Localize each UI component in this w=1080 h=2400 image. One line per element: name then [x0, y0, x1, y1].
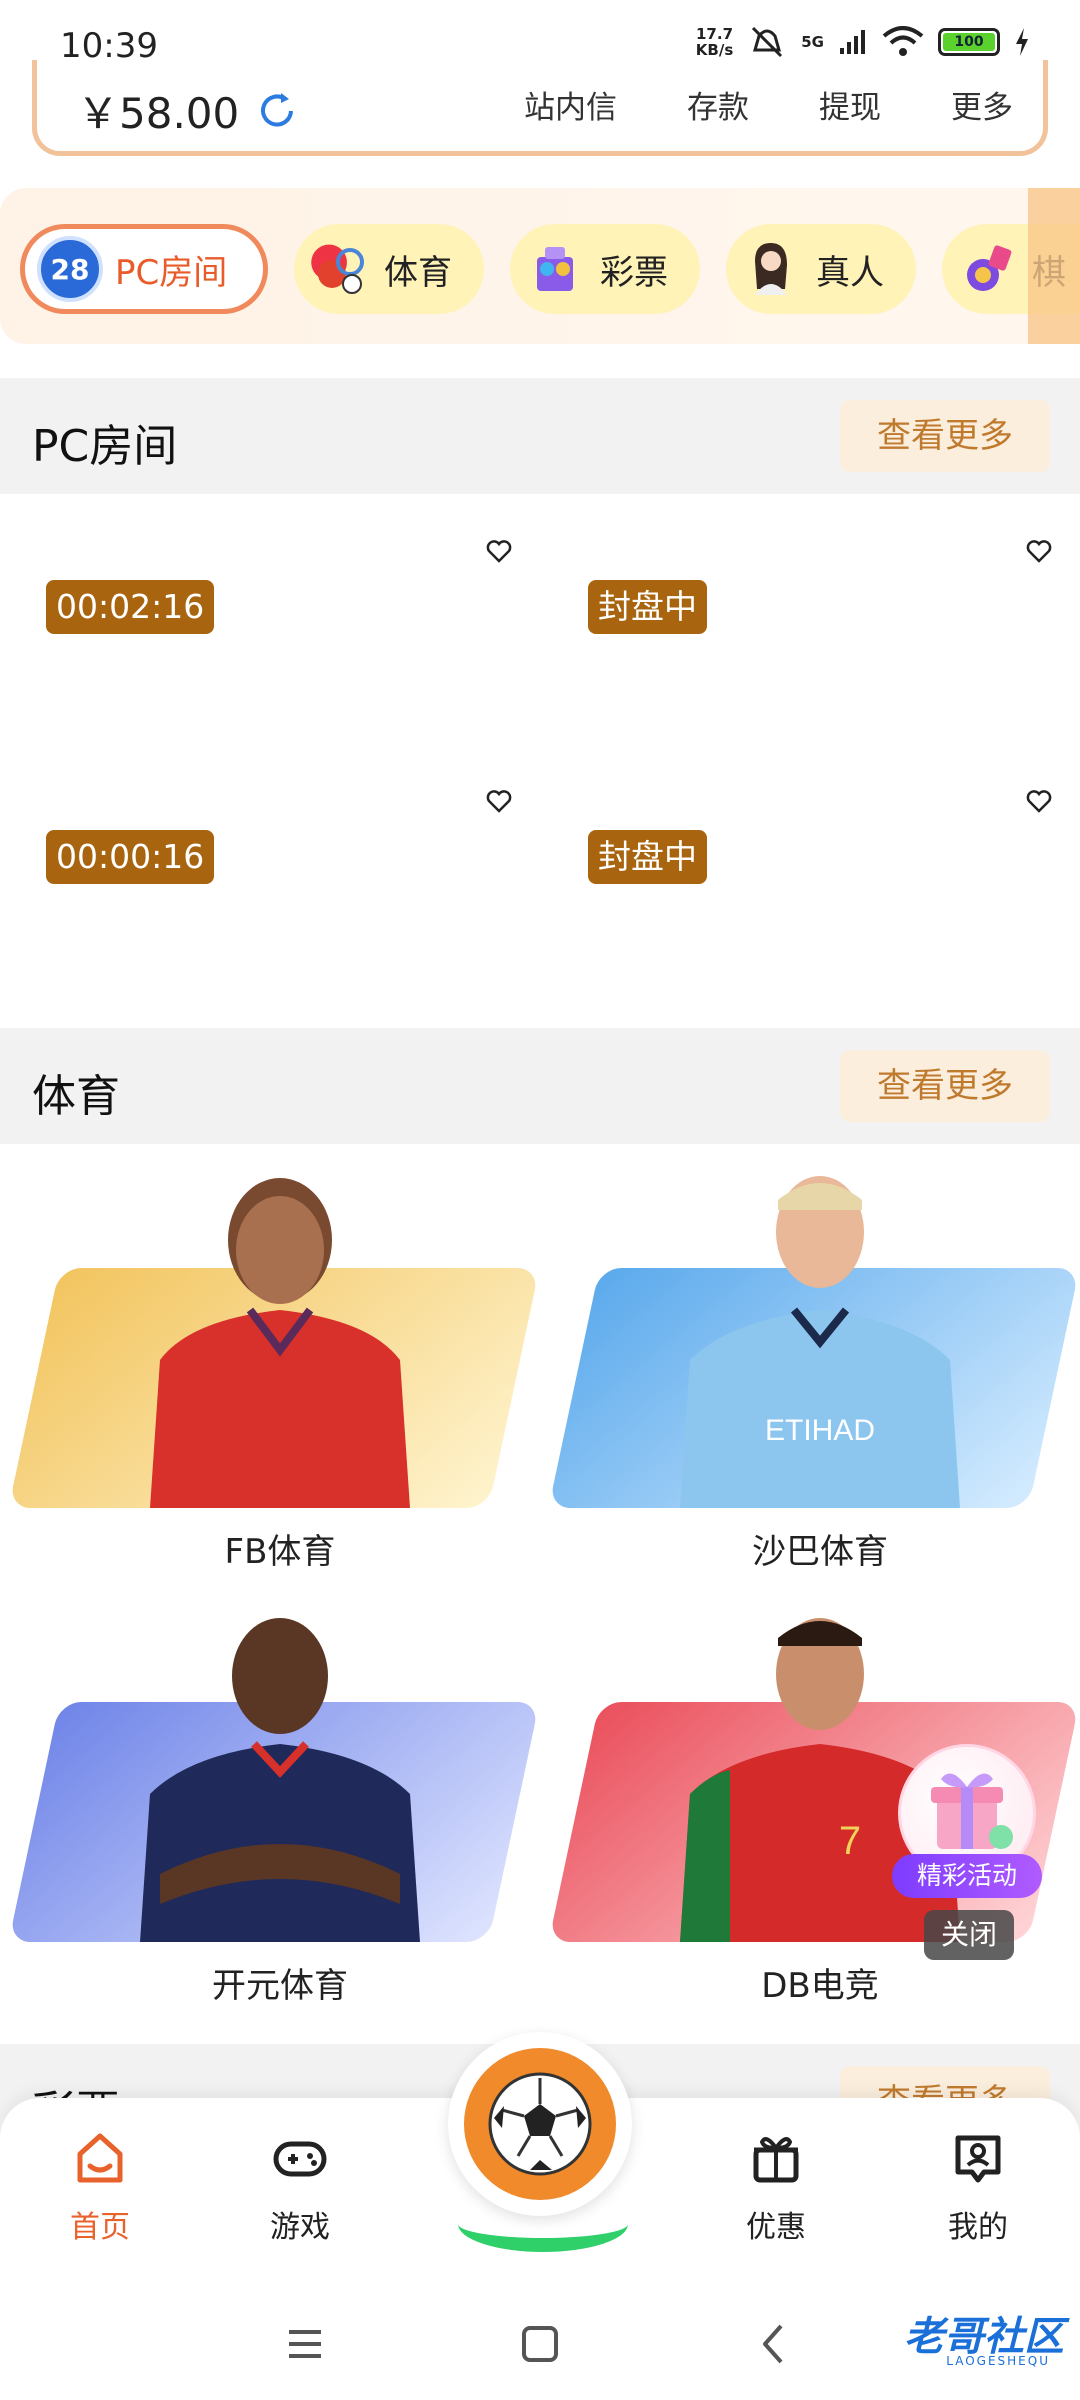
favorite-icon[interactable] — [482, 784, 516, 818]
favorite-icon[interactable] — [1022, 784, 1056, 818]
live-dealer-icon — [738, 236, 804, 302]
charging-icon — [1016, 28, 1028, 56]
svg-text:7: 7 — [839, 1819, 861, 1863]
wallet-links: 站内信 存款 提现 更多 — [524, 82, 1013, 127]
status-icons: 17.7 KB/s 5G 100 — [696, 22, 1030, 62]
tab-label: 体育 — [384, 252, 452, 293]
sport-label: DB电竞 — [761, 1966, 879, 2006]
withdraw-link[interactable]: 提现 — [819, 82, 881, 127]
player-image — [150, 1178, 410, 1508]
pc-room-section-header: PC房间 查看更多 — [0, 378, 1080, 494]
sports-icon — [306, 236, 372, 302]
room-status: 封盘中 — [588, 580, 707, 634]
nav-profile[interactable]: 我的 — [908, 2128, 1048, 2246]
tab-lottery[interactable]: 彩票 — [510, 224, 700, 314]
refresh-icon[interactable] — [255, 89, 299, 133]
battery-icon: 100 — [938, 28, 1000, 56]
wifi-icon — [882, 26, 924, 56]
menu-icon[interactable] — [275, 2314, 335, 2374]
sport-card-kaiyuan[interactable]: 开元体育 — [8, 1594, 540, 2014]
nav-label: 游戏 — [270, 2210, 330, 2245]
promo-label[interactable]: 精彩活动 — [892, 1854, 1042, 1898]
room-card[interactable]: 封盘中 — [540, 764, 1060, 1014]
room-card[interactable]: 封盘中 — [540, 514, 1060, 764]
network-speed: 17.7 KB/s — [695, 25, 734, 59]
nav-label: 首页 — [70, 2210, 130, 2245]
nav-promotions[interactable]: 优惠 — [706, 2128, 846, 2246]
favorite-icon[interactable] — [1022, 534, 1056, 568]
sport-card-fb[interactable]: FB体育 — [8, 1160, 540, 1580]
promo-close-button[interactable]: 关闭 — [924, 1910, 1014, 1960]
chess-icon — [954, 236, 1020, 302]
pc28-icon: 28 — [37, 236, 103, 302]
nav-label: 我的 — [948, 2210, 1008, 2245]
nav-label: 优惠 — [746, 2210, 806, 2245]
sport-label: FB体育 — [224, 1532, 336, 1572]
room-status: 00:02:16 — [46, 580, 215, 634]
watermark-subtext: LAOGESHEQU — [946, 2354, 1050, 2368]
tab-sports[interactable]: 体育 — [294, 224, 484, 314]
nav-home[interactable]: 首页 — [30, 2128, 170, 2246]
category-tabs: 28 PC房间 体育 彩票 真人 棋 — [0, 188, 1080, 344]
svg-text:ETIHAD: ETIHAD — [765, 1414, 875, 1447]
deposit-link[interactable]: 存款 — [687, 82, 749, 127]
balance-amount: ￥58.00 — [77, 89, 240, 138]
room-status: 封盘中 — [588, 830, 707, 884]
sports-section-header: 体育 查看更多 — [0, 1028, 1080, 1144]
back-icon[interactable] — [745, 2314, 805, 2374]
tab-pc-room[interactable]: 28 PC房间 — [20, 224, 268, 314]
profile-icon — [955, 2135, 1001, 2183]
sport-card-saba[interactable]: ETIHAD 沙巴体育 — [548, 1160, 1080, 1580]
center-ball-button[interactable] — [448, 2032, 632, 2216]
section-title: PC房间 — [32, 421, 178, 472]
wallet-card: ￥58.00 站内信 存款 提现 更多 — [32, 60, 1048, 156]
soccer-ball-icon — [488, 2072, 592, 2176]
cell-signal-icon — [840, 30, 865, 54]
room-card[interactable]: 00:02:16 — [0, 514, 520, 764]
tab-live[interactable]: 真人 — [726, 224, 916, 314]
player-image: ETIHAD — [680, 1176, 960, 1508]
tabs-scroll-edge — [1028, 188, 1080, 344]
gamepad-icon — [273, 2141, 327, 2177]
view-more-button[interactable]: 查看更多 — [840, 1050, 1050, 1122]
signal-label: 5G — [801, 33, 824, 51]
view-more-button[interactable]: 查看更多 — [840, 400, 1050, 472]
player-image — [140, 1618, 420, 1942]
lottery-icon — [522, 236, 588, 302]
sport-label: 开元体育 — [212, 1966, 348, 2006]
section-title: 体育 — [32, 1071, 120, 1122]
center-ring — [464, 2048, 616, 2200]
messages-link[interactable]: 站内信 — [524, 82, 617, 127]
tab-label: 彩票 — [600, 252, 668, 293]
system-nav-bar: 老哥社区 LAOGESHEQU — [0, 2288, 1080, 2400]
nav-games[interactable]: 游戏 — [230, 2128, 370, 2246]
home-button-icon[interactable] — [510, 2314, 570, 2374]
more-link[interactable]: 更多 — [951, 82, 1013, 127]
promo-float[interactable]: 精彩活动 关闭 — [892, 1744, 1042, 1964]
home-icon — [77, 2133, 123, 2183]
room-card[interactable]: 00:00:16 — [0, 764, 520, 1014]
balance-display: ￥58.00 — [77, 80, 299, 141]
gift-box-icon — [753, 2137, 799, 2183]
tab-label: PC房间 — [115, 252, 228, 293]
sport-label: 沙巴体育 — [752, 1532, 888, 1572]
favorite-icon[interactable] — [482, 534, 516, 568]
mute-icon — [752, 26, 783, 58]
room-status: 00:00:16 — [46, 830, 215, 884]
tab-label: 真人 — [816, 252, 884, 293]
